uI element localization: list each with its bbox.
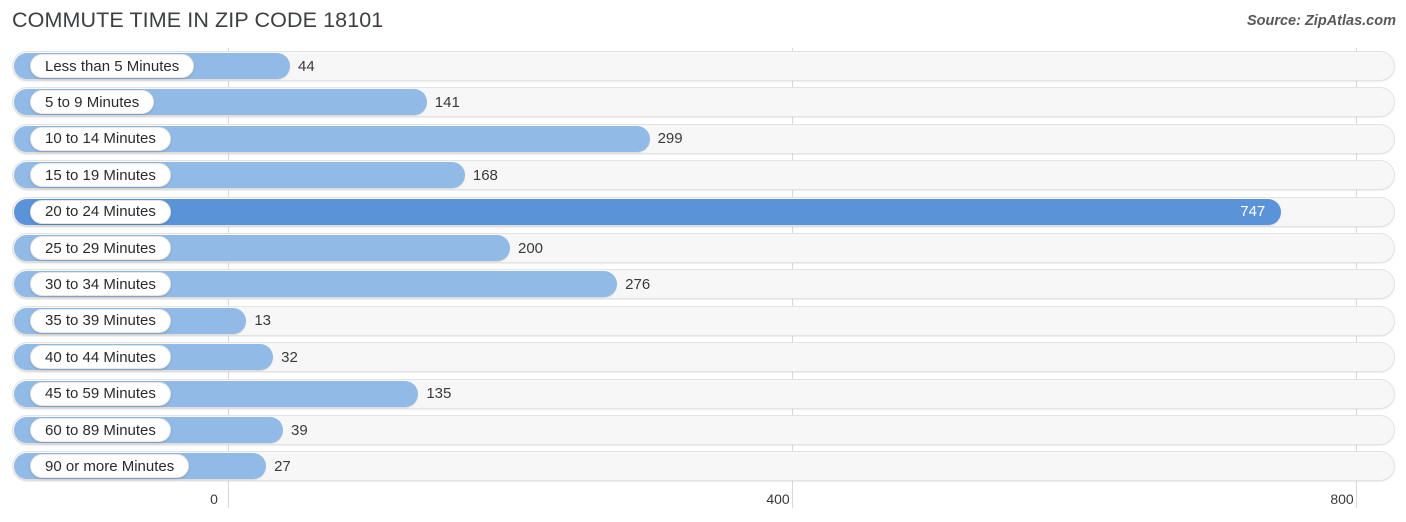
bar-value-label: 32 (281, 348, 298, 366)
x-tick-label: 800 (1330, 491, 1354, 507)
category-label: Less than 5 Minutes (45, 57, 180, 75)
category-label: 20 to 24 Minutes (45, 203, 156, 221)
x-tick-label: 0 (210, 491, 218, 507)
category-label: 5 to 9 Minutes (45, 93, 140, 111)
tick-mark-400 (792, 486, 793, 508)
bar-row[interactable]: 10 to 14 Minutes 299 (12, 123, 1395, 154)
category-label-pill: 90 or more Minutes (30, 454, 190, 479)
category-label: 60 to 89 Minutes (45, 421, 156, 439)
bar-row[interactable]: 35 to 39 Minutes 13 (12, 305, 1395, 336)
category-label-pill: 30 to 34 Minutes (30, 272, 171, 297)
bar-row[interactable]: Less than 5 Minutes 44 (12, 51, 1395, 81)
category-label-pill: 5 to 9 Minutes (30, 90, 155, 115)
bar-row[interactable]: 60 to 89 Minutes 39 (12, 415, 1395, 445)
bar-row[interactable]: 5 to 9 Minutes 141 (12, 87, 1395, 118)
chart-plot-area: Less than 5 Minutes 44 5 to 9 Minutes 141 10… (0, 48, 1406, 486)
category-label-pill: 40 to 44 Minutes (30, 345, 171, 370)
bar-row[interactable]: 20 to 24 Minutes 747 (12, 196, 1395, 227)
category-label: 45 to 59 Minutes (45, 385, 156, 403)
value-bar[interactable] (14, 198, 1282, 225)
bar-value-label: 168 (472, 166, 498, 184)
bar-value-label: 135 (426, 385, 452, 403)
bar-row[interactable]: 90 or more Minutes 27 (12, 451, 1395, 482)
bar-value-label: 747 (1240, 203, 1266, 221)
bar-row[interactable]: 30 to 34 Minutes 276 (12, 269, 1395, 300)
category-label-pill: 15 to 19 Minutes (30, 163, 171, 188)
source-attribution: Source: ZipAtlas.com (1246, 13, 1396, 29)
category-label-pill: 10 to 14 Minutes (30, 126, 171, 151)
category-label: 40 to 44 Minutes (45, 348, 156, 366)
category-label-pill: 60 to 89 Minutes (30, 418, 171, 442)
bar-value-label: 44 (298, 57, 315, 75)
bar-value-label: 276 (625, 275, 651, 293)
category-label-pill: 25 to 29 Minutes (30, 236, 171, 260)
chart-header: COMMUTE TIME IN ZIP CODE 18101 Source: Z… (0, 0, 1406, 44)
category-label-pill: 20 to 24 Minutes (30, 199, 171, 224)
bar-value-label: 299 (657, 130, 683, 148)
tick-mark-0 (228, 486, 229, 508)
category-label: 35 to 39 Minutes (45, 312, 156, 330)
category-label-pill: Less than 5 Minutes (30, 54, 195, 78)
bar-value-label: 200 (518, 239, 544, 257)
bar-value-label: 13 (254, 312, 272, 330)
x-axis: 0 400 800 (0, 486, 1406, 522)
category-label: 90 or more Minutes (45, 457, 175, 475)
bar-value-label: 39 (290, 421, 308, 439)
category-label: 30 to 34 Minutes (45, 275, 156, 293)
bar-value-label: 27 (274, 457, 291, 475)
chart-bar-rows: Less than 5 Minutes 44 5 to 9 Minutes 141 10… (0, 48, 1406, 486)
category-label: 25 to 29 Minutes (45, 239, 156, 257)
bar-value-label: 141 (434, 93, 460, 111)
page-title: COMMUTE TIME IN ZIP CODE 18101 (12, 8, 384, 32)
bar-row[interactable]: 40 to 44 Minutes 32 (12, 342, 1395, 373)
category-label: 15 to 19 Minutes (45, 166, 156, 184)
tick-mark-800 (1356, 486, 1357, 508)
bar-row[interactable]: 25 to 29 Minutes 200 (12, 233, 1395, 263)
category-label-pill: 45 to 59 Minutes (30, 381, 171, 406)
x-tick-label: 400 (766, 491, 790, 507)
bar-row[interactable]: 15 to 19 Minutes 168 (12, 160, 1395, 191)
category-label: 10 to 14 Minutes (45, 130, 156, 148)
category-label-pill: 35 to 39 Minutes (30, 308, 171, 333)
bar-row[interactable]: 45 to 59 Minutes 135 (12, 378, 1395, 409)
